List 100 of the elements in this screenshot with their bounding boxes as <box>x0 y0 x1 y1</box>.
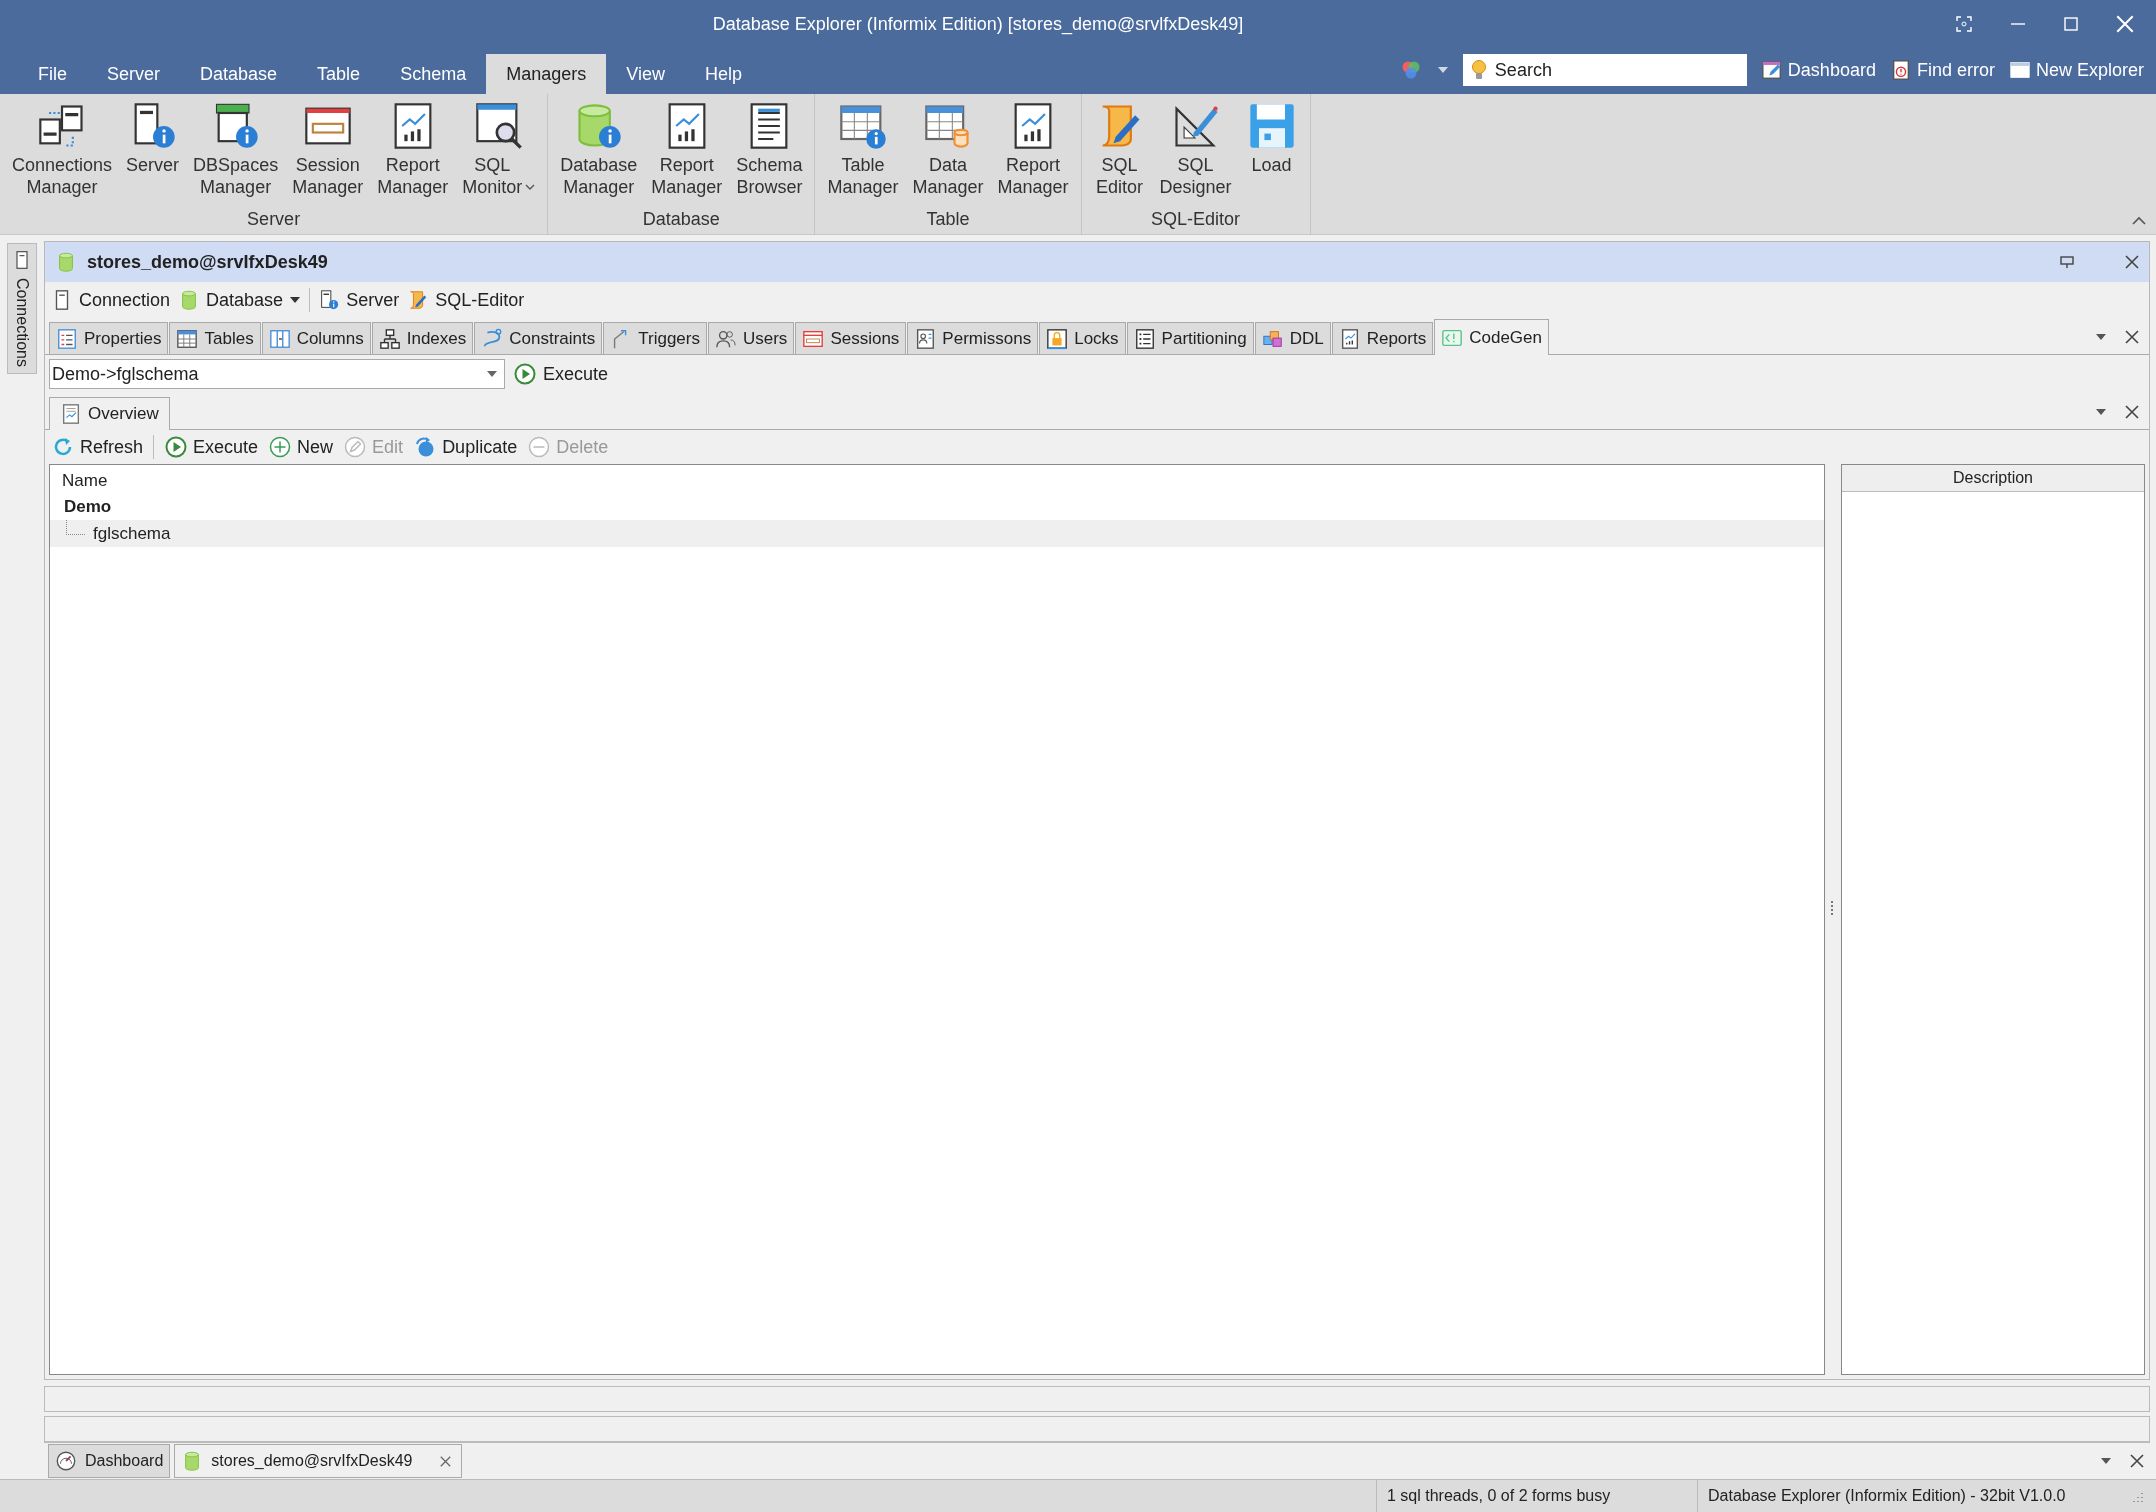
close-icon[interactable] <box>2125 405 2139 419</box>
ribbon-button[interactable]: Server <box>120 100 186 209</box>
close-tab-icon[interactable] <box>440 1455 452 1467</box>
menu-tab[interactable]: Managers <box>486 54 607 94</box>
toolbar-button[interactable]: Database <box>178 289 302 311</box>
tab[interactable]: Partitioning <box>1126 322 1254 354</box>
tab[interactable]: Permissons <box>907 322 1039 354</box>
close-icon[interactable] <box>2125 330 2139 344</box>
window-title: Database Explorer (Informix Edition) [stores_demo@srvlfxDesk49] <box>711 13 1245 35</box>
columns-icon <box>268 327 291 350</box>
tab[interactable]: Locks <box>1039 322 1126 354</box>
ribbon-group-label: SQL-Editor <box>1150 209 1242 231</box>
search-field[interactable]: Search <box>1462 54 1747 86</box>
menu-tab[interactable]: Server <box>87 54 181 94</box>
hierarchy-icon <box>378 327 401 350</box>
toolbar-button[interactable]: New Explorer <box>2008 59 2144 81</box>
toolbar-button[interactable]: Dashboard <box>1760 59 1876 81</box>
status-text: 1 sql threads, 0 of 2 forms busy <box>1376 1480 1697 1512</box>
dropdown-caret-icon[interactable] <box>2100 1457 2112 1465</box>
document-tab[interactable]: stores_demo@srvIfxDesk49 <box>174 1444 463 1478</box>
toolbar-button[interactable]: Refresh <box>51 435 144 459</box>
ribbon-button[interactable]: Data Manager <box>906 100 990 209</box>
dropdown-caret-icon[interactable] <box>2095 408 2107 416</box>
window-icon <box>2008 59 2031 81</box>
caret-icon[interactable] <box>486 370 498 378</box>
dropdown-caret-icon[interactable] <box>1436 66 1449 74</box>
toolbar-button[interactable]: Connection <box>51 289 171 311</box>
toolbar-button[interactable]: Execute <box>164 435 259 459</box>
tab[interactable]: Triggers <box>603 322 707 354</box>
play-circle-icon <box>513 362 537 386</box>
splitter-handle[interactable] <box>1831 901 1836 916</box>
screenshot-icon[interactable] <box>1956 16 1972 32</box>
tab[interactable]: Indexes <box>371 322 474 354</box>
caret-icon <box>525 183 536 191</box>
tab[interactable]: Constraints <box>474 322 603 354</box>
column-header: Name <box>61 470 109 492</box>
tab[interactable]: CodeGen <box>1434 319 1549 355</box>
padlock-icon <box>1046 327 1069 350</box>
menu-tab[interactable]: View <box>606 54 685 94</box>
tab[interactable]: Tables <box>169 322 261 354</box>
ribbon-button[interactable]: SQL Designer <box>1153 100 1238 209</box>
tab[interactable]: Overview <box>49 397 170 430</box>
ribbon-group-label: Table <box>925 209 971 231</box>
column-header: Description <box>1842 465 2144 492</box>
side-panel-tab[interactable]: Connections <box>7 243 37 374</box>
server-info-icon <box>318 289 341 311</box>
plus-circle-icon <box>268 435 293 459</box>
report-page-icon <box>60 403 82 425</box>
toolbar-button[interactable]: Duplicate <box>413 435 518 459</box>
schema-dropdown[interactable]: Demo->fglschema <box>49 359 505 389</box>
toolbar-button[interactable]: SQL-Editor <box>407 289 525 311</box>
status-text: Database Explorer (Informix Edition) - 32bit V1.0.0 <box>1697 1480 2118 1512</box>
toolbar-button[interactable]: Server <box>318 289 400 311</box>
menu-tab[interactable]: Help <box>684 54 762 94</box>
maximize-icon[interactable] <box>2064 17 2078 31</box>
bullet-list-icon <box>1133 327 1156 350</box>
ribbon-button[interactable]: Connections Manager <box>6 100 119 209</box>
menu-tab[interactable]: Schema <box>380 54 487 94</box>
tab[interactable]: Properties <box>49 322 169 354</box>
edit-window-icon <box>1760 59 1783 81</box>
ribbon-button[interactable]: Table Manager <box>821 100 905 209</box>
ribbon-group-label: Server <box>246 209 302 231</box>
pin-icon[interactable] <box>2059 255 2075 269</box>
close-icon[interactable] <box>2125 255 2139 269</box>
menu-tab[interactable]: Table <box>297 54 381 94</box>
tab[interactable]: Sessions <box>795 322 907 354</box>
document-title: stores_demo@srvIfxDesk49 <box>87 251 329 273</box>
ribbon-button[interactable]: DBSpaces Manager <box>187 100 285 209</box>
menu-tab[interactable]: File <box>18 54 87 94</box>
ribbon-button[interactable]: Report Manager <box>991 100 1075 209</box>
execute-button[interactable]: Execute <box>513 362 609 386</box>
checklist-icon <box>56 327 78 350</box>
ribbon-button[interactable]: SQL Editor <box>1087 100 1152 209</box>
ribbon-button[interactable]: Schema Browser <box>730 100 809 209</box>
close-icon[interactable] <box>2130 1454 2144 1468</box>
ribbon-button[interactable]: Session Manager <box>286 100 370 209</box>
menu-tab[interactable]: Database <box>180 54 298 94</box>
tree-row[interactable]: fglschema <box>50 520 1824 547</box>
play-circle-icon <box>164 435 189 459</box>
ribbon-button[interactable]: Load <box>1239 100 1304 209</box>
tab[interactable]: Reports <box>1331 322 1434 354</box>
ribbon-button[interactable]: Database Manager <box>554 100 644 209</box>
minus-circle-icon <box>527 435 552 459</box>
collapse-ribbon-icon[interactable] <box>2132 216 2146 226</box>
ribbon-button[interactable]: Report Manager <box>645 100 729 209</box>
toolbar-button[interactable]: New <box>268 435 334 459</box>
toolbar-button[interactable]: Find error <box>1889 59 1995 81</box>
tab[interactable]: DDL <box>1254 322 1331 354</box>
ribbon-button[interactable]: SQL Monitor <box>456 100 542 209</box>
caret-icon[interactable] <box>289 296 302 304</box>
gauge-icon <box>55 1450 77 1472</box>
user-document-icon <box>914 327 937 350</box>
tree-row[interactable]: Demo <box>50 493 1824 520</box>
ribbon-group-label: Database <box>641 209 721 231</box>
ribbon-button[interactable]: Report Manager <box>371 100 455 209</box>
tab[interactable]: Users <box>707 322 795 354</box>
pencil-circle-icon <box>343 435 368 459</box>
tab[interactable]: Columns <box>261 322 371 354</box>
dropdown-caret-icon[interactable] <box>2095 333 2107 341</box>
document-tab[interactable]: Dashboard <box>48 1444 171 1478</box>
